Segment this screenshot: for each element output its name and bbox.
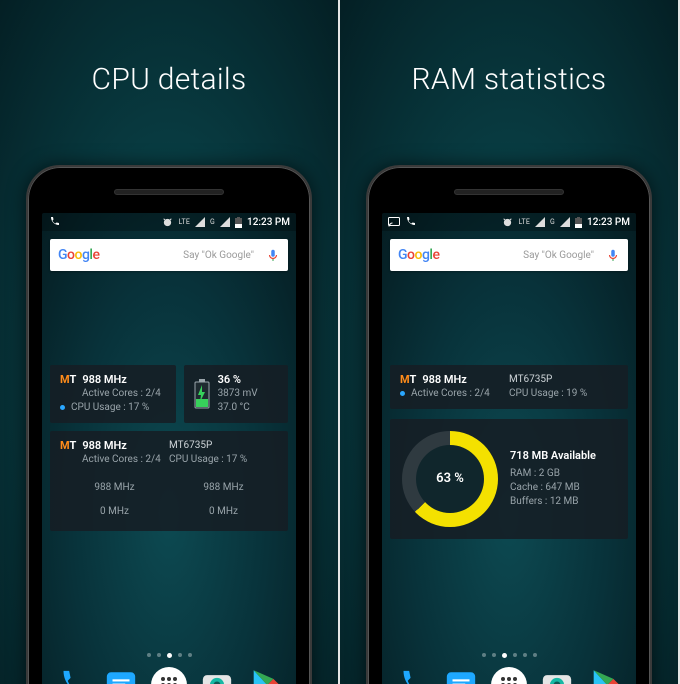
mic-icon[interactable] bbox=[266, 247, 280, 263]
search-hint: Say "Ok Google" bbox=[105, 250, 260, 261]
cpu-usage: CPU Usage : 17 % bbox=[71, 402, 149, 413]
signal-icon bbox=[195, 217, 205, 227]
messages-app-icon[interactable] bbox=[103, 667, 139, 684]
ram-total: RAM : 2 GB bbox=[510, 467, 616, 481]
cpu-freq: 988 MHz bbox=[82, 373, 127, 387]
ram-widget[interactable]: 63 % 718 MB Available RAM : 2 GB Cache :… bbox=[390, 419, 628, 539]
play-store-icon[interactable] bbox=[248, 667, 284, 684]
signal-icon-2 bbox=[560, 217, 570, 227]
clock: 12:23 PM bbox=[587, 217, 630, 228]
ram-pct: 63 % bbox=[436, 472, 464, 486]
cpu-chip: MT6735P bbox=[169, 439, 278, 453]
cpu-cores: Active Cores : 2/4 bbox=[60, 453, 169, 467]
phone-frame: LTE G 12:23 PM Google Say "Ok Google" bbox=[366, 165, 652, 684]
page-indicator[interactable] bbox=[42, 653, 296, 658]
page-indicator[interactable] bbox=[382, 653, 636, 658]
network-g-label: G bbox=[550, 219, 555, 226]
app-drawer-icon[interactable] bbox=[151, 667, 187, 684]
cpu-usage: CPU Usage : 17 % bbox=[169, 453, 278, 467]
google-search-bar[interactable]: Google Say "Ok Google" bbox=[50, 239, 288, 271]
core-freq-3: 0 MHz bbox=[169, 505, 278, 519]
google-logo: Google bbox=[58, 247, 99, 263]
phone-app-icon[interactable] bbox=[394, 667, 430, 684]
cpu-cores: Active Cores : 2/4 bbox=[411, 388, 490, 399]
mt-logo-icon: MT bbox=[60, 373, 76, 387]
core-freq-1: 988 MHz bbox=[169, 481, 278, 495]
play-store-icon[interactable] bbox=[588, 667, 624, 684]
cpu-wide-widget[interactable]: MT 988 MHz Active Cores : 2/4 MT6735P CP… bbox=[50, 431, 288, 531]
google-logo: Google bbox=[398, 247, 439, 263]
battery-icon bbox=[194, 379, 210, 409]
cpu-chip: MT6735P bbox=[509, 373, 618, 387]
cast-icon bbox=[388, 217, 400, 227]
status-dot-icon bbox=[60, 405, 65, 410]
promo-panel-cpu: CPU details LTE G 12:23 bbox=[0, 0, 340, 684]
alarm-icon bbox=[502, 217, 513, 228]
cpu-small-widget[interactable]: MT 988 MHz Active Cores : 2/4 CPU Usage … bbox=[50, 365, 176, 423]
widget-area: MT 988 MHz Active Cores : 2/4 CPU Usage … bbox=[50, 365, 288, 531]
app-drawer-icon[interactable] bbox=[491, 667, 527, 684]
phone-speaker bbox=[454, 189, 564, 195]
mt-logo-icon: MT bbox=[400, 373, 416, 387]
ram-cache: Cache : 647 MB bbox=[510, 481, 616, 495]
signal-icon bbox=[535, 217, 545, 227]
dock bbox=[382, 660, 636, 684]
promo-panel-ram: RAM statistics LTE G bbox=[340, 0, 680, 684]
ram-buffers: Buffers : 12 MB bbox=[510, 495, 616, 509]
network-lte-label: LTE bbox=[518, 219, 530, 226]
battery-mv: 3873 mV bbox=[218, 387, 258, 401]
cpu-freq: 988 MHz bbox=[82, 439, 127, 453]
status-bar: LTE G 12:23 PM bbox=[382, 213, 636, 231]
dock bbox=[42, 660, 296, 684]
alarm-icon bbox=[162, 217, 173, 228]
mt-logo-icon: MT bbox=[60, 439, 76, 453]
cpu-wide-widget[interactable]: MT 988 MHz Active Cores : 2/4 MT6735P CP… bbox=[390, 365, 628, 409]
ram-available: 718 MB Available bbox=[510, 449, 616, 463]
battery-temp: 37.0 °C bbox=[218, 401, 258, 415]
phone-speaker bbox=[114, 189, 224, 195]
widget-area: MT 988 MHz Active Cores : 2/4 MT6735P CP… bbox=[390, 365, 628, 539]
google-search-bar[interactable]: Google Say "Ok Google" bbox=[390, 239, 628, 271]
core-freq-2: 0 MHz bbox=[60, 505, 169, 519]
cpu-freq: 988 MHz bbox=[422, 373, 467, 387]
status-dot-icon bbox=[400, 391, 405, 396]
phone-app-icon[interactable] bbox=[54, 667, 90, 684]
phone-inner: LTE G 12:23 PM Google Say "Ok Google" bbox=[36, 175, 302, 684]
battery-pct: 36 % bbox=[218, 373, 258, 387]
panel-title: RAM statistics bbox=[340, 62, 678, 97]
phone-frame: LTE G 12:23 PM Google Say "Ok Google" bbox=[26, 165, 312, 684]
camera-app-icon[interactable] bbox=[199, 667, 235, 684]
ram-donut-chart: 63 % bbox=[402, 431, 498, 527]
network-g-label: G bbox=[210, 219, 215, 226]
phone-screen: LTE G 12:23 PM Google Say "Ok Google" bbox=[42, 213, 296, 684]
network-lte-label: LTE bbox=[178, 219, 190, 226]
clock: 12:23 PM bbox=[247, 217, 290, 228]
mic-icon[interactable] bbox=[606, 247, 620, 263]
search-hint: Say "Ok Google" bbox=[445, 250, 600, 261]
battery-status-icon bbox=[235, 217, 242, 228]
messages-app-icon[interactable] bbox=[443, 667, 479, 684]
core-freq-0: 988 MHz bbox=[60, 481, 169, 495]
camera-app-icon[interactable] bbox=[539, 667, 575, 684]
wifi-calling-icon bbox=[404, 216, 416, 228]
phone-inner: LTE G 12:23 PM Google Say "Ok Google" bbox=[376, 175, 642, 684]
phone-screen: LTE G 12:23 PM Google Say "Ok Google" bbox=[382, 213, 636, 684]
panel-title: CPU details bbox=[0, 62, 338, 97]
signal-icon-2 bbox=[220, 217, 230, 227]
cpu-cores: Active Cores : 2/4 bbox=[60, 387, 166, 401]
battery-widget[interactable]: 36 % 3873 mV 37.0 °C bbox=[184, 365, 288, 423]
status-bar: LTE G 12:23 PM bbox=[42, 213, 296, 231]
cpu-usage: CPU Usage : 19 % bbox=[509, 387, 618, 401]
wifi-calling-icon bbox=[48, 216, 60, 228]
battery-status-icon bbox=[575, 217, 582, 228]
